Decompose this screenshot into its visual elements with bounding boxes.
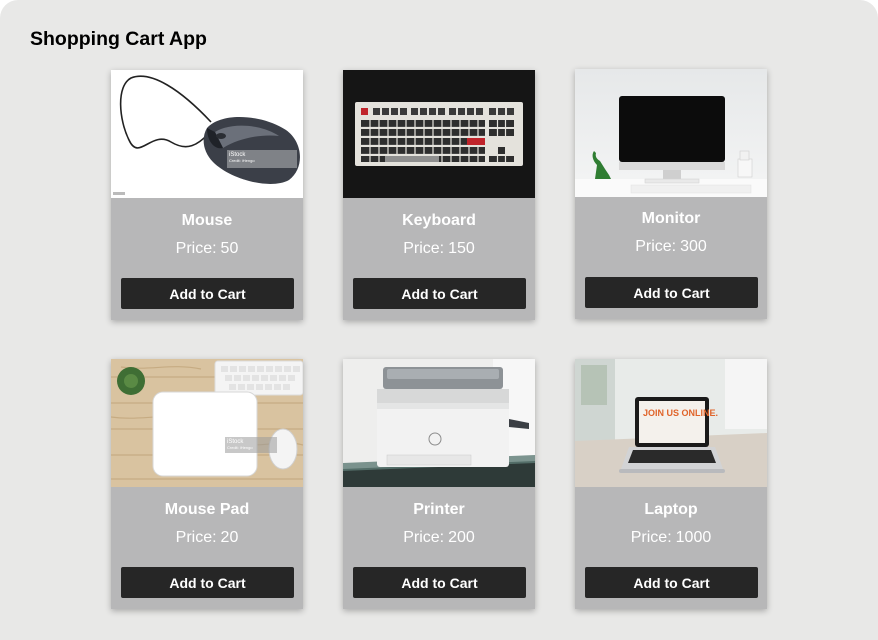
product-price: Price: 20 [111,529,303,547]
price-label: Price: [403,529,445,546]
page-title: Shopping Cart App [30,28,207,50]
price-label: Price: [403,240,445,257]
product-card-printer: Printer Price: 200 Add to Cart [343,359,535,609]
product-name: Laptop [644,501,698,518]
add-to-cart-button-monitor[interactable]: Add to Cart [585,277,758,308]
product-name: Monitor [641,210,701,227]
product-name: Keyboard [402,212,476,229]
product-image-keyboard [343,70,535,198]
product-card-monitor: Monitor Price: 300 Add to Cart [575,69,767,319]
price-value: 300 [680,238,707,255]
product-name: Mouse Pad [164,501,250,518]
price-value: 50 [220,240,239,257]
add-to-cart-button-printer[interactable]: Add to Cart [353,567,526,598]
product-image-mouse: iStock Credit: iHengo [111,70,303,198]
price-label: Price: [175,240,217,257]
stock-credit-mouse-pad: Credit: iHengo [227,445,253,450]
product-image-mouse-pad: iStock Credit: iHengo [111,359,303,487]
laptop-screen-text: JOIN US ONLINE. [643,408,718,418]
product-image-monitor [575,69,767,197]
price-value: 200 [448,529,475,546]
price-value: 150 [448,240,475,257]
product-price: Price: 300 [575,238,767,256]
stock-credit-mouse: Credit: iHengo [229,158,255,163]
product-name: Mouse [181,212,233,229]
product-price: Price: 150 [343,240,535,258]
price-label: Price: [635,238,677,255]
product-price: Price: 50 [111,240,303,258]
product-name: Printer [413,501,465,518]
price-value: 1000 [675,529,712,546]
price-value: 20 [220,529,239,546]
price-label: Price: [630,529,672,546]
add-to-cart-button-keyboard[interactable]: Add to Cart [353,278,526,309]
product-card-keyboard: Keyboard Price: 150 Add to Cart [343,70,535,320]
add-to-cart-button-laptop[interactable]: Add to Cart [585,567,758,598]
product-card-mouse-pad: iStock Credit: iHengo Mouse Pad Price: 20… [111,359,303,609]
product-price: Price: 200 [343,529,535,547]
add-to-cart-button-mouse-pad[interactable]: Add to Cart [121,567,294,598]
product-price: Price: 1000 [575,529,767,547]
app-window: Shopping Cart App iStock Credit: iHengo … [0,0,878,640]
product-card-mouse: iStock Credit: iHengo Mouse Price: 50 Add… [111,70,303,320]
add-to-cart-button-mouse[interactable]: Add to Cart [121,278,294,309]
product-card-laptop: JOIN US ONLINE. Laptop Price: 1000 Add to… [575,359,767,609]
product-image-laptop: JOIN US ONLINE. [575,359,767,487]
price-label: Price: [175,529,217,546]
product-image-printer [343,359,535,487]
